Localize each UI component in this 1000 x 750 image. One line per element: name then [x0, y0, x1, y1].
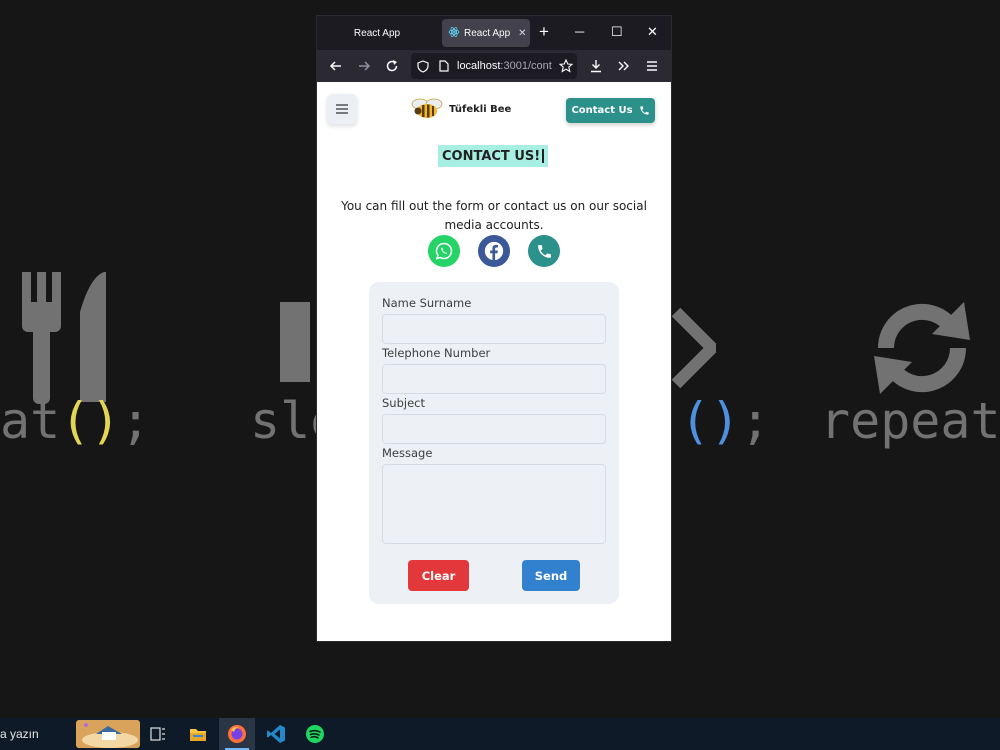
reload-button[interactable] — [383, 57, 401, 75]
app-menu-icon[interactable] — [643, 57, 661, 75]
whatsapp-icon — [435, 242, 453, 260]
firefox-icon[interactable] — [219, 718, 255, 750]
minimize-button[interactable]: ─ — [575, 24, 584, 40]
file-explorer-icon[interactable] — [180, 718, 216, 750]
repeat-icon — [866, 292, 978, 408]
taskbar: a yazın — [0, 718, 1000, 750]
subject-label: Subject — [382, 396, 425, 410]
message-textarea[interactable] — [382, 464, 606, 544]
phone-call-button[interactable] — [528, 235, 560, 267]
hamburger-menu-button[interactable] — [327, 94, 357, 124]
fork-knife-icon — [20, 272, 110, 410]
tab-react-app-2[interactable]: React App ✕ — [442, 19, 530, 47]
bookmark-star-icon[interactable] — [557, 57, 575, 75]
maximize-button[interactable]: ☐ — [611, 24, 623, 40]
forward-button[interactable] — [355, 57, 373, 75]
name-surname-input[interactable] — [382, 314, 606, 344]
facebook-icon — [484, 241, 504, 261]
code-chevron-icon — [671, 307, 721, 392]
wallpaper-word-repeat: repeat — [820, 392, 1000, 450]
navigation-bar: localhost:3001/cont — [317, 50, 671, 82]
tab-react-app-1[interactable]: React App — [317, 16, 437, 50]
wallpaper-word-code: (); — [680, 392, 771, 450]
tab-label: React App — [464, 27, 511, 39]
bee-icon — [411, 98, 443, 120]
vscode-icon[interactable] — [258, 718, 294, 750]
telephone-number-input[interactable] — [382, 364, 606, 394]
brand-logo[interactable]: Tüfekli Bee — [411, 98, 511, 120]
spotify-icon[interactable] — [297, 718, 333, 750]
search-highlight-icon — [76, 720, 140, 748]
whatsapp-button[interactable] — [428, 235, 460, 267]
typing-cursor — [542, 149, 545, 163]
shield-icon[interactable] — [417, 59, 429, 73]
telephone-number-label: Telephone Number — [382, 346, 491, 360]
url-path: :3001/cont — [500, 60, 552, 72]
contact-us-button[interactable]: Contact Us — [566, 98, 655, 123]
contact-form: Name Surname Telephone Number Subject Me… — [369, 282, 619, 604]
phone-icon — [537, 244, 551, 258]
tab-label: React App — [353, 27, 401, 39]
clear-button[interactable]: Clear — [408, 560, 469, 591]
contact-us-label: Contact Us — [571, 105, 633, 116]
brand-name: Tüfekli Bee — [449, 103, 512, 115]
back-button[interactable] — [327, 57, 345, 75]
tab-bar: React App React App ✕ + ─ ☐ ✕ — [317, 16, 671, 50]
hamburger-icon — [336, 104, 348, 114]
name-surname-label: Name Surname — [382, 296, 472, 310]
overflow-chevron-icon[interactable] — [615, 57, 633, 75]
url-host: localhost — [457, 60, 501, 72]
subject-input[interactable] — [382, 414, 606, 444]
page-content: Tüfekli Bee Contact Us CONTACT US! You c… — [317, 82, 671, 641]
task-view-icon[interactable] — [140, 718, 176, 750]
intro-text: You can fill out the form or contact us … — [341, 199, 647, 232]
bed-icon — [280, 302, 320, 386]
page-title: CONTACT US! — [438, 145, 549, 167]
new-tab-button[interactable]: + — [539, 22, 549, 42]
facebook-button[interactable] — [478, 235, 510, 267]
close-tab-icon[interactable]: ✕ — [518, 28, 526, 39]
message-label: Message — [382, 446, 433, 460]
wallpaper-word-eat: at(); — [0, 392, 151, 450]
page-icon — [439, 60, 449, 72]
url-bar[interactable]: localhost:3001/cont — [411, 53, 577, 79]
browser-window: React App React App ✕ + ─ ☐ ✕ localhost … — [317, 16, 671, 641]
phone-icon — [639, 105, 650, 116]
react-icon — [448, 26, 460, 41]
download-icon[interactable] — [587, 57, 605, 75]
send-button[interactable]: Send — [522, 560, 580, 591]
close-window-button[interactable]: ✕ — [647, 24, 658, 40]
taskbar-search-box[interactable]: a yazın — [0, 727, 39, 741]
